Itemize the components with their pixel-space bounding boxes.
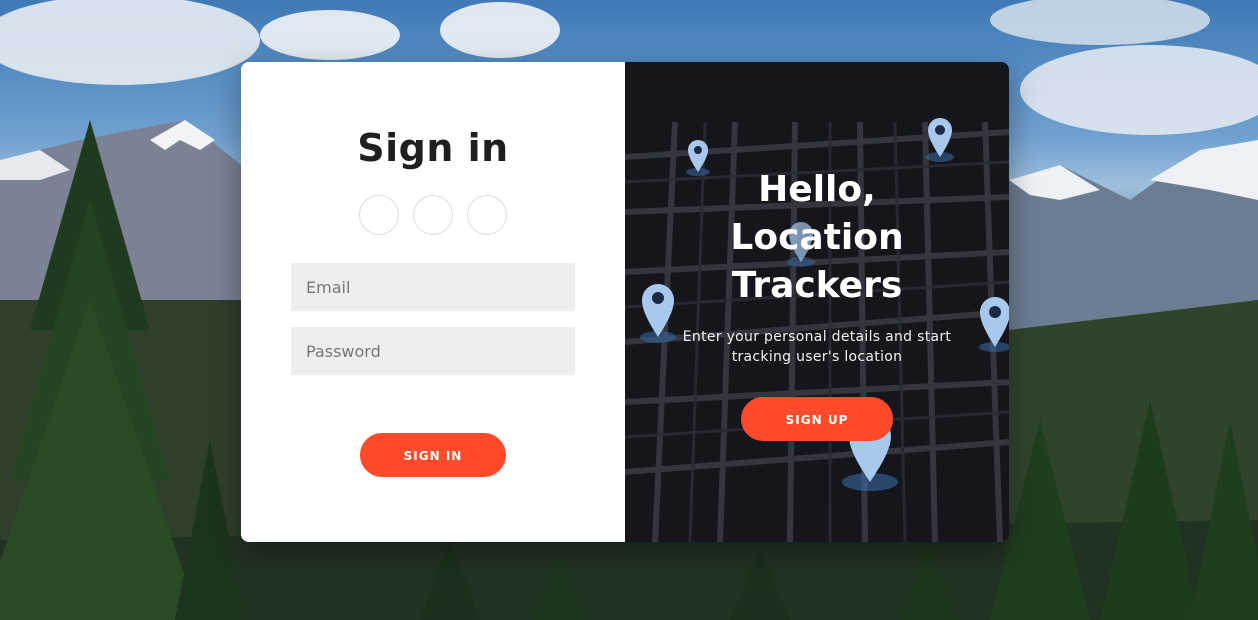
auth-card: Sign in SIGN IN bbox=[241, 62, 1009, 542]
overlay-description: Enter your personal details and start tr… bbox=[682, 329, 952, 365]
overlay-title-line-2: Location bbox=[730, 217, 904, 258]
password-field[interactable] bbox=[291, 327, 575, 375]
signin-title: Sign in bbox=[357, 126, 509, 170]
email-field[interactable] bbox=[291, 263, 575, 311]
overlay-title-line-1: Hello, bbox=[758, 169, 876, 210]
sign-in-button[interactable]: SIGN IN bbox=[360, 433, 506, 477]
social-button-2[interactable] bbox=[413, 195, 453, 235]
sign-up-button[interactable]: SIGN UP bbox=[741, 397, 893, 441]
overlay-title: Hello, Location Trackers bbox=[625, 166, 1009, 310]
social-button-1[interactable] bbox=[359, 195, 399, 235]
signin-panel: Sign in SIGN IN bbox=[241, 62, 625, 542]
overlay-panel: Hello, Location Trackers Enter your pers… bbox=[625, 62, 1009, 542]
overlay-title-line-3: Trackers bbox=[731, 265, 903, 306]
social-login-row bbox=[359, 195, 509, 235]
social-button-3[interactable] bbox=[467, 195, 507, 235]
